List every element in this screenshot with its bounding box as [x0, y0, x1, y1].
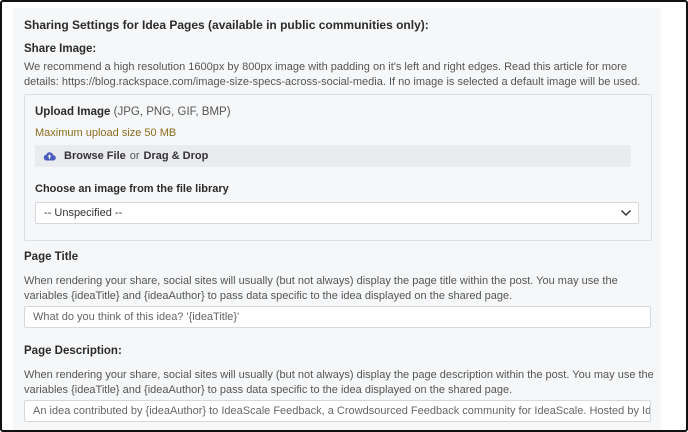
file-drop-zone[interactable]: Browse File or Drag & Drop — [35, 145, 631, 167]
section-title: Sharing Settings for Idea Pages (availab… — [24, 18, 429, 32]
page-description-input[interactable]: An idea contributed by {ideaAuthor} to I… — [24, 400, 651, 422]
browse-file-link[interactable]: Browse File — [64, 150, 126, 162]
upload-formats: (JPG, PNG, GIF, BMP) — [113, 106, 231, 118]
chevron-down-icon — [620, 208, 632, 221]
page-description-help: When rendering your share, social sites … — [24, 369, 654, 396]
upload-image-title: Upload Image (JPG, PNG, GIF, BMP) — [35, 106, 231, 118]
file-library-selected: -- Unspecified -- — [44, 207, 123, 219]
share-image-help: We recommend a high resolution 1600px by… — [24, 61, 641, 88]
page-title-label: Page Title — [24, 251, 79, 263]
or-text: or — [129, 150, 140, 162]
cloud-upload-icon — [43, 151, 56, 161]
page-description-label: Page Description: — [24, 345, 122, 357]
upload-image-box: Upload Image (JPG, PNG, GIF, BMP) Maximu… — [24, 94, 652, 241]
max-upload-size: Maximum upload size 50 MB — [35, 127, 177, 139]
upload-image-label: Upload Image — [35, 106, 111, 118]
page-title-help: When rendering your share, social sites … — [24, 275, 618, 302]
file-library-select[interactable]: -- Unspecified -- — [35, 202, 639, 224]
drag-drop-text: Drag & Drop — [143, 150, 209, 162]
share-image-label: Share Image: — [24, 43, 97, 55]
page-title-input[interactable]: What do you think of this idea? '{ideaTi… — [24, 306, 651, 328]
settings-frame: Sharing Settings for Idea Pages (availab… — [0, 0, 688, 432]
file-library-label: Choose an image from the file library — [35, 183, 229, 195]
